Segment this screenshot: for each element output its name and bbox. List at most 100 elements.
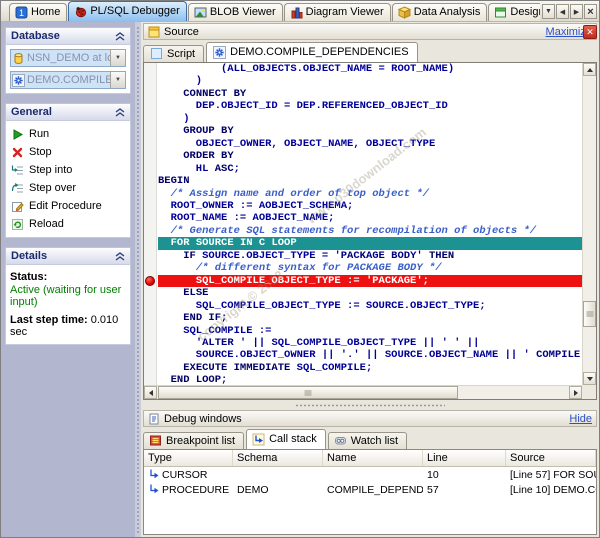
code-line: END LOOP; — [158, 374, 582, 385]
code-editor[interactable]: www.p30download.com copyright © 2012 (AL… — [143, 62, 597, 400]
source-panel-header: Source Maximize — [143, 23, 597, 40]
action-reload[interactable]: Reload — [10, 215, 126, 233]
gear-icon — [213, 46, 226, 59]
doc-tab-label: DEMO.COMPILE_DEPENDENCIES — [230, 46, 408, 58]
code-segment: 'PACKAGE BODY' — [334, 250, 422, 262]
column-header-schema[interactable]: Schema — [233, 450, 323, 466]
code-line: ORDER BY — [158, 150, 582, 162]
code-line: /* different syntax for PACKAGE BODY */ — [158, 262, 582, 274]
code-line: SQL_COMPILE := — [158, 325, 582, 337]
code-segment: SQL_COMPILE := — [158, 325, 271, 337]
code-segment: SOURCE — [196, 237, 240, 249]
code-segment: SQL_COMPILE; — [290, 362, 372, 374]
action-edit-procedure[interactable]: Edit Procedure — [10, 197, 126, 215]
code-segment: ORDER BY — [183, 150, 233, 162]
code-area[interactable]: www.p30download.com copyright © 2012 (AL… — [158, 63, 582, 385]
run-icon — [11, 128, 24, 141]
action-step-into[interactable]: Step into — [10, 161, 126, 179]
object-value: DEMO.COMPILE_DEPE — [26, 74, 110, 86]
collapse-chevrons-icon[interactable] — [115, 108, 125, 117]
code-line: EXECUTE IMMEDIATE SQL_COMPILE; — [158, 362, 582, 374]
code-segment: ) — [158, 113, 190, 125]
breakpoint-line: SQL_COMPILE_OBJECT_TYPE := 'PACKAGE'; — [158, 275, 582, 287]
section-header-general[interactable]: General — [5, 103, 131, 120]
collapse-chevrons-icon[interactable] — [115, 252, 125, 261]
designer-icon — [494, 6, 507, 19]
debug-tab-watch-list[interactable]: Watch list — [328, 432, 407, 449]
call-stack-icon — [252, 433, 265, 446]
tab-diagram-viewer[interactable]: Diagram Viewer — [284, 3, 391, 21]
section-header-database[interactable]: Database — [5, 27, 131, 44]
code-segment: FOR — [171, 237, 196, 249]
action-step-over[interactable]: Step over — [10, 179, 126, 197]
code-segment: || SOURCE.OBJECT_NAME || — [360, 349, 524, 361]
code-segment: SOURCE.OBJECT_OWNER || — [158, 349, 341, 361]
cell-name: COMPILE_DEPENDENCIE — [323, 484, 423, 496]
object-combobox[interactable]: DEMO.COMPILE_DEPE ▼ — [10, 71, 126, 89]
code-segment: SQL_COMPILE_OBJECT_TYPE := SOURCE.OBJECT… — [158, 300, 486, 312]
code-segment — [158, 312, 183, 324]
vertical-scroll-thumb[interactable] — [583, 301, 596, 327]
details-section-body: Status: Active (waiting for user input) … — [5, 264, 131, 345]
app-window: 1HomePL/SQL DebuggerBLOB ViewerDiagram V… — [0, 0, 600, 538]
code-segment: IN — [240, 237, 259, 249]
code-segment — [158, 188, 171, 200]
column-header-line[interactable]: Line — [423, 450, 506, 466]
hide-link[interactable]: Hide — [569, 413, 592, 425]
scroll-down-button[interactable] — [583, 372, 596, 385]
editor-gutter[interactable] — [144, 63, 157, 385]
tab-list-dropdown-button[interactable]: ▼ — [542, 4, 555, 19]
doc-tab-script[interactable]: Script — [143, 45, 204, 62]
action-stop[interactable]: Stop — [10, 143, 126, 161]
tab-home[interactable]: 1Home — [9, 3, 67, 21]
section-header-details[interactable]: Details — [5, 247, 131, 264]
object-dropdown-button[interactable]: ▼ — [110, 72, 125, 88]
execution-line: FOR SOURCE IN C LOOP — [158, 237, 582, 249]
connection-dropdown-button[interactable]: ▼ — [110, 50, 125, 66]
code-segment: END LOOP — [171, 374, 221, 385]
vertical-scrollbar[interactable] — [582, 63, 596, 385]
tab-designer[interactable]: Designer — [488, 3, 540, 21]
scroll-tabs-right-button[interactable]: ▶ — [570, 4, 583, 19]
code-line: ELSE — [158, 287, 582, 299]
tab-data-analysis[interactable]: Data Analysis — [392, 3, 488, 21]
horizontal-scroll-thumb[interactable] — [158, 386, 458, 399]
debug-tab-call-stack[interactable]: Call stack — [246, 429, 326, 449]
code-line: ) — [158, 113, 582, 125]
cell-type: CURSOR — [144, 469, 233, 481]
debug-tab-breakpoint-list[interactable]: Breakpoint list — [143, 432, 244, 449]
tab-strip: 1HomePL/SQL DebuggerBLOB ViewerDiagram V… — [9, 0, 540, 21]
tab-pl-sql-debugger[interactable]: PL/SQL Debugger — [68, 1, 186, 21]
breakpoint-dot[interactable] — [145, 276, 155, 286]
action-run[interactable]: Run — [10, 125, 126, 143]
scroll-up-button[interactable] — [583, 63, 596, 76]
type-text: PROCEDURE — [162, 484, 229, 496]
code-line: /* Generate SQL statements for recompila… — [158, 225, 582, 237]
panel-splitter[interactable] — [143, 402, 597, 409]
debug-tab-label: Breakpoint list — [166, 435, 235, 447]
code-segment — [158, 287, 183, 299]
column-header-name[interactable]: Name — [323, 450, 423, 466]
stop-icon — [11, 146, 24, 159]
edit-procedure-icon — [11, 200, 24, 213]
column-header-type[interactable]: Type — [144, 450, 233, 466]
close-document-button[interactable]: ✕ — [583, 25, 597, 39]
connection-combobox[interactable]: NSN_DEMO at local ▼ — [10, 49, 126, 67]
script-icon — [150, 47, 163, 60]
scroll-left-button[interactable] — [144, 386, 157, 399]
code-line: SOURCE.OBJECT_OWNER || '.' || SOURCE.OBJ… — [158, 349, 582, 361]
table-row[interactable]: PROCEDUREDEMOCOMPILE_DEPENDENCIE57[Line … — [144, 482, 596, 497]
horizontal-scrollbar[interactable] — [144, 385, 582, 399]
code-line: DEP.OBJECT_ID = DEP.REFERENCED_OBJECT_ID — [158, 100, 582, 112]
code-segment — [158, 337, 196, 349]
scroll-right-button[interactable] — [569, 386, 582, 399]
table-row[interactable]: CURSOR10[Line 57] FOR SOURCE — [144, 467, 596, 482]
document-tabs: Script DEMO.COMPILE_DEPENDENCIES — [143, 41, 597, 62]
debug-tab-label: Watch list — [351, 435, 398, 447]
scroll-tabs-left-button[interactable]: ◀ — [556, 4, 569, 19]
collapse-chevrons-icon[interactable] — [115, 32, 125, 41]
close-tab-button[interactable]: × — [584, 4, 597, 19]
column-header-source[interactable]: Source — [506, 450, 596, 466]
tab-blob-viewer[interactable]: BLOB Viewer — [188, 3, 283, 21]
doc-tab-demo-compile-dependencies[interactable]: DEMO.COMPILE_DEPENDENCIES — [206, 42, 417, 62]
